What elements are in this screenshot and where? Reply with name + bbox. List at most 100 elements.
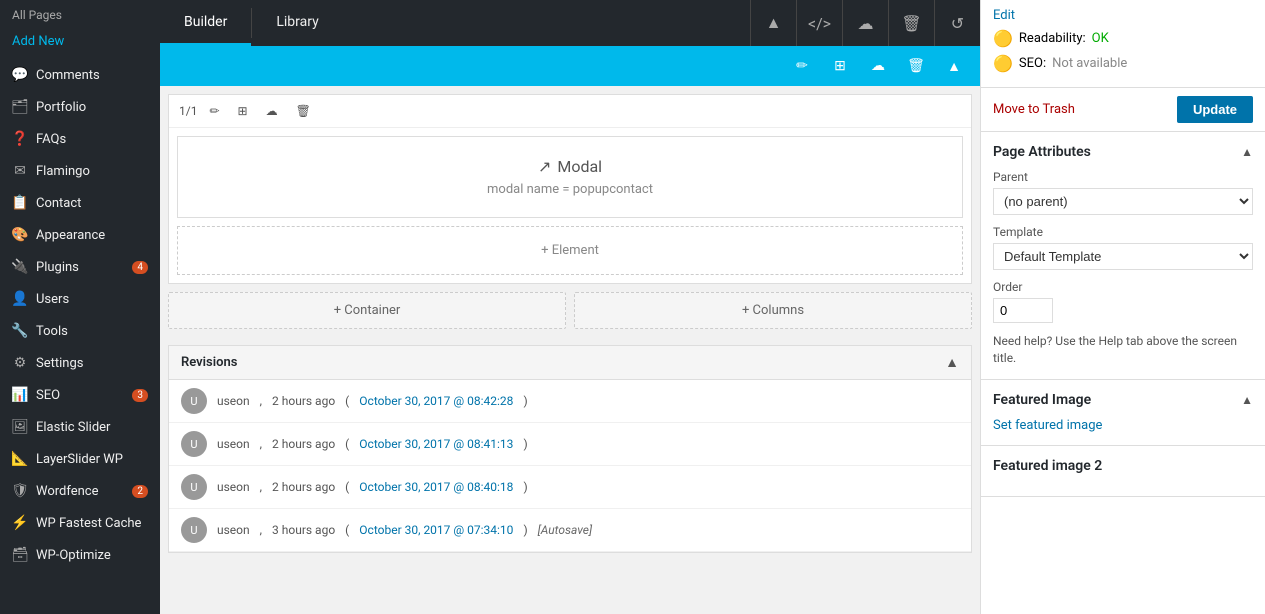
tab-library[interactable]: Library [252,0,342,46]
update-button[interactable]: Update [1177,96,1253,123]
sidebar-item-comments[interactable]: 💬 Comments [0,59,160,91]
parent-select[interactable]: (no parent) [993,188,1253,215]
add-new-link[interactable]: Add New [0,30,160,59]
action-history-btn[interactable]: ↺ [934,0,980,46]
revision-link[interactable]: October 30, 2017 @ 07:34:10 [359,523,513,537]
sidebar-item-wp-fastest[interactable]: ⚡ WP Fastest Cache [0,507,160,539]
section-trash-btn[interactable]: 🗑 [290,101,317,121]
revision-link[interactable]: October 30, 2017 @ 08:42:28 [359,394,513,408]
readability-icon: 🟡 [993,29,1013,48]
faqs-icon: ❓ [12,131,28,147]
sidebar-item-appearance[interactable]: 🎨 Appearance [0,219,160,251]
section-duplicate-btn[interactable]: ⊞ [232,101,254,121]
revision-item: U useon, 2 hours ago (October 30, 2017 @… [169,380,971,423]
sidebar-item-flamingo[interactable]: ✉ Flamingo [0,155,160,187]
sidebar-item-contact[interactable]: 📋 Contact [0,187,160,219]
sidebar-item-label: Portfolio [36,100,86,115]
section-cloud-btn[interactable]: ☁ [260,101,284,121]
revision-item: U useon, 2 hours ago (October 30, 2017 @… [169,423,971,466]
seo-row: 🟡 SEO: Not available [993,54,1253,73]
page-attributes-collapse-icon[interactable]: ▲ [1241,145,1253,159]
action-cloud-btn[interactable]: ☁ [842,0,888,46]
sidebar-item-settings[interactable]: ⚙ Settings [0,347,160,379]
featured-image-section: Featured Image ▲ Set featured image [981,380,1265,446]
section-count: 1/1 [179,104,197,118]
sidebar-item-label: Tools [36,324,68,339]
modal-block-subtitle: modal name = popupcontact [198,182,942,197]
add-buttons-row: + Container + Columns [160,292,980,337]
action-code-btn[interactable]: </> [796,0,842,46]
add-element-block[interactable]: + Element [177,226,963,275]
sidebar-item-label: Contact [36,196,81,211]
revision-link[interactable]: October 30, 2017 @ 08:41:13 [359,437,513,451]
modal-block-title: ↗ Modal [198,157,942,176]
sidebar-item-plugins[interactable]: 🔌 Plugins 4 [0,251,160,283]
wordfence-badge: 2 [132,485,148,498]
plugins-badge: 4 [132,261,148,274]
sidebar-item-portfolio[interactable]: 🗂 Portfolio [0,91,160,123]
revisions-section: Revisions ▲ U useon, 2 hours ago (Octobe… [168,345,972,553]
content-section: 1/1 ✏ ⊞ ☁ 🗑 ↗ Modal modal name = popupco… [168,94,972,284]
modal-link-icon: ↗ [538,157,551,176]
seo-icon-panel: 🟡 [993,54,1013,73]
template-select[interactable]: Default Template [993,243,1253,270]
revision-user: useon [217,480,250,494]
contact-icon: 📋 [12,195,28,211]
sidebar-item-label: Elastic Slider [36,420,110,435]
sidebar-item-elastic-slider[interactable]: 🖼 Elastic Slider [0,411,160,443]
add-columns-btn[interactable]: + Columns [574,292,972,329]
blue-up-btn[interactable]: ▲ [936,48,972,84]
sidebar-item-faqs[interactable]: ❓ FAQs [0,123,160,155]
blue-duplicate-btn[interactable]: ⊞ [822,48,858,84]
tab-builder[interactable]: Builder [160,0,251,46]
featured-image-collapse-icon[interactable]: ▲ [1241,393,1253,407]
page-attributes-title: Page Attributes [993,144,1091,160]
seo-badge: 3 [132,389,148,402]
sidebar-item-tools[interactable]: 🔧 Tools [0,315,160,347]
seo-label: SEO: [1019,56,1046,71]
template-label: Template [993,225,1253,239]
sidebar-item-label: Plugins [36,260,79,275]
revision-user: useon [217,437,250,451]
revision-link[interactable]: October 30, 2017 @ 08:40:18 [359,480,513,494]
readability-row: 🟡 Readability: OK [993,29,1253,48]
sidebar-item-wp-optimize[interactable]: 🗃 WP-Optimize [0,539,160,571]
sidebar-item-wordfence[interactable]: 🛡 Wordfence 2 [0,475,160,507]
revisions-collapse-btn[interactable]: ▲ [945,354,959,371]
comments-icon: 💬 [12,67,28,83]
blue-edit-btn[interactable]: ✏ [784,48,820,84]
builder-area: 1/1 ✏ ⊞ ☁ 🗑 ↗ Modal modal name = popupco… [160,86,980,614]
sidebar-item-layerslider[interactable]: 📐 LayerSlider WP [0,443,160,475]
trash-update-row: Move to Trash Update [981,88,1265,132]
add-container-btn[interactable]: + Container [168,292,566,329]
revision-time: 3 hours ago [272,523,335,537]
sidebar-item-seo[interactable]: 📊 SEO 3 [0,379,160,411]
avatar: U [181,474,207,500]
blue-cloud-btn[interactable]: ☁ [860,48,896,84]
edit-link[interactable]: Edit [993,8,1015,23]
blue-trash-btn[interactable]: 🗑 [898,48,934,84]
sidebar-item-label: Users [36,292,69,307]
settings-icon: ⚙ [12,355,28,371]
section-edit-btn[interactable]: ✏ [203,101,225,121]
portfolio-icon: 🗂 [12,99,28,115]
sidebar-item-label: Flamingo [36,164,90,179]
appearance-icon: 🎨 [12,227,28,243]
revision-user: useon [217,394,250,408]
sidebar-item-label: LayerSlider WP [36,452,123,467]
action-up-btn[interactable]: ▲ [750,0,796,46]
revision-item: U useon, 2 hours ago (October 30, 2017 @… [169,466,971,509]
move-to-trash-link[interactable]: Move to Trash [993,102,1075,117]
revision-time: 2 hours ago [272,480,335,494]
seo-value: Not available [1052,56,1127,71]
sidebar-item-users[interactable]: 👤 Users [0,283,160,315]
action-trash-btn[interactable]: 🗑 [888,0,934,46]
revision-time: 2 hours ago [272,394,335,408]
plugins-icon: 🔌 [12,259,28,275]
featured-image2-title: Featured image 2 [993,458,1102,474]
set-featured-image-link[interactable]: Set featured image [993,418,1102,433]
sidebar-item-label: Comments [36,68,100,83]
order-field-group: Order [993,280,1253,323]
section-mini-toolbar: 1/1 ✏ ⊞ ☁ 🗑 [169,95,971,128]
order-input[interactable] [993,298,1053,323]
